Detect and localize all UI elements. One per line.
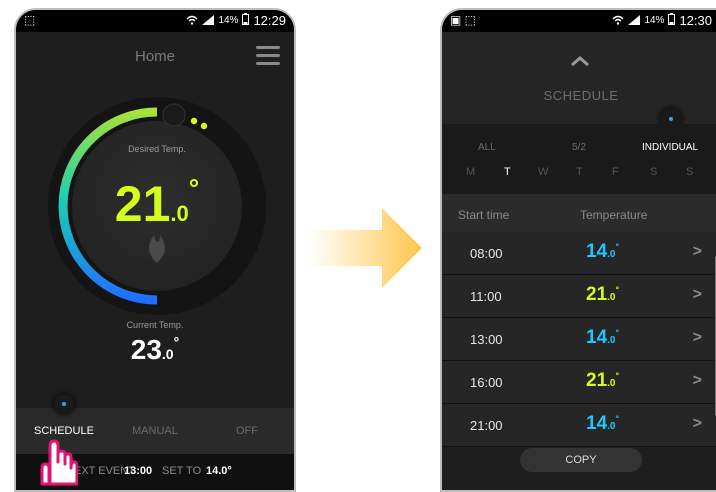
column-start-time: Start time <box>458 208 510 222</box>
day-tuesday[interactable]: T <box>504 166 511 178</box>
set-to-label: SET TO <box>162 465 202 477</box>
notification-icon: ▣ ⬚ <box>450 13 477 27</box>
row-temperature: 14.0° <box>586 413 620 434</box>
status-bar: ⬚ 14% 12:29 <box>16 10 294 32</box>
page-title: Home <box>134 48 175 65</box>
day-monday[interactable]: M <box>466 166 475 178</box>
mode-individual[interactable]: INDIVIDUAL <box>642 142 698 153</box>
copy-button[interactable]: COPY <box>520 448 642 472</box>
desired-temp-label: Desired Temp. <box>128 144 186 154</box>
tab-indicator <box>54 394 74 414</box>
row-start-time: 16:00 <box>470 375 503 390</box>
day-friday[interactable]: F <box>612 166 619 178</box>
row-start-time: 08:00 <box>470 246 503 261</box>
tab-off[interactable]: OFF <box>236 425 258 437</box>
schedule-row[interactable]: 11:00 21.0° > <box>442 275 716 318</box>
battery-percent: 14% <box>644 15 665 26</box>
schedule-list: 08:00 14.0° > 11:00 21.0° > 13:00 14.0° … <box>442 232 716 447</box>
current-temp-label: Current Temp. <box>126 320 184 330</box>
schedule-row[interactable]: 08:00 14.0° > <box>442 232 716 275</box>
tab-schedule[interactable]: SCHEDULE <box>34 425 94 437</box>
row-temperature: 14.0° <box>586 241 620 262</box>
row-temperature: 21.0° <box>586 284 620 305</box>
status-time: 12:30 <box>679 13 712 28</box>
wifi-icon <box>612 14 624 28</box>
signal-icon <box>628 14 641 28</box>
schedule-row[interactable]: 21:00 14.0° > <box>442 404 716 447</box>
mode-all[interactable]: ALL <box>478 142 496 153</box>
schedule-row[interactable]: 16:00 21.0° > <box>442 361 716 404</box>
row-start-time: 21:00 <box>470 418 503 433</box>
schedule-table-header: Start time Temperature <box>442 194 716 232</box>
chevron-right-icon[interactable]: > <box>693 286 702 304</box>
page-title: SCHEDULE <box>543 88 619 103</box>
chevron-up-icon[interactable] <box>570 54 590 72</box>
set-to-value: 14.0° <box>206 465 232 477</box>
day-wednesday[interactable]: W <box>538 166 548 178</box>
temperature-dial[interactable]: Desired Temp. 21.0° <box>46 95 268 317</box>
notification-icon: ⬚ <box>24 13 36 27</box>
row-temperature: 14.0° <box>586 327 620 348</box>
schedule-screen: ▣ ⬚ 14% 12:30 SCHEDULE ALL 5/2 INDIVIDUA… <box>440 8 716 492</box>
home-screen: ⬚ 14% 12:29 Home Desired Temp. 21.0° Cur… <box>14 8 296 492</box>
day-sunday[interactable]: S <box>686 166 693 178</box>
day-thursday[interactable]: T <box>576 166 583 178</box>
wifi-icon <box>186 14 198 28</box>
chevron-right-icon[interactable]: > <box>693 372 702 390</box>
tab-manual[interactable]: MANUAL <box>132 425 178 437</box>
schedule-row[interactable]: 13:00 14.0° > <box>442 318 716 361</box>
desired-temp-value: 21.0° <box>114 173 200 232</box>
next-event-time: 13:00 <box>124 465 153 477</box>
status-time: 12:29 <box>253 13 286 28</box>
schedule-mode-selector: ALL 5/2 INDIVIDUAL M T W T F S S <box>442 124 716 194</box>
battery-icon <box>668 13 676 28</box>
mode-5-2[interactable]: 5/2 <box>572 142 586 153</box>
chevron-right-icon[interactable]: > <box>693 329 702 347</box>
battery-icon <box>242 13 250 28</box>
column-temperature: Temperature <box>580 208 648 222</box>
signal-icon <box>202 14 215 28</box>
row-start-time: 11:00 <box>470 289 502 304</box>
menu-icon[interactable] <box>256 46 280 66</box>
pointing-hand-icon <box>28 438 79 491</box>
row-temperature: 21.0° <box>586 370 620 391</box>
status-bar: ▣ ⬚ 14% 12:30 <box>442 10 716 32</box>
row-start-time: 13:00 <box>470 332 503 347</box>
chevron-right-icon[interactable]: > <box>693 415 702 433</box>
chevron-right-icon[interactable]: > <box>693 243 702 261</box>
transition-arrow-icon <box>310 208 422 293</box>
day-saturday[interactable]: S <box>650 166 657 178</box>
battery-percent: 14% <box>218 15 239 26</box>
current-temp-value: 23.0° <box>130 334 180 365</box>
dial-handle[interactable] <box>162 103 186 127</box>
